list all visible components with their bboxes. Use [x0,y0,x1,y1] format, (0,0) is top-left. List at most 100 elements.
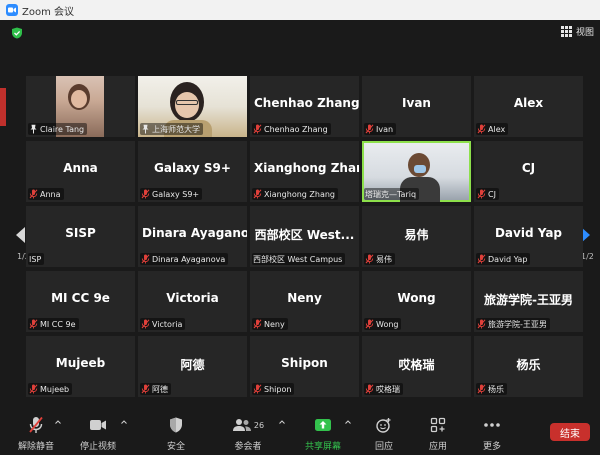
participant-tile[interactable]: Chenhao Zhang Chenhao Zhang [250,76,359,137]
security-shield-icon [169,416,183,434]
participant-tile[interactable]: 旅游学院-王亚男 旅游学院-王亚男 [474,271,583,332]
audio-options-caret-icon[interactable] [55,420,61,424]
window-title: Zoom 会议 [22,6,75,18]
participant-label-text: Wong [376,319,399,329]
more-dots-icon [483,416,501,434]
participant-tile[interactable]: MI CC 9e MI CC 9e [26,271,135,332]
reactions-button[interactable]: 回应 [354,416,414,452]
participant-tile[interactable]: Galaxy S9+ Galaxy S9+ [138,141,247,202]
pin-icon [142,124,149,134]
participant-tile[interactable]: Dinara Ayagano... Dinara Ayaganova [138,206,247,267]
participants-options-caret-icon[interactable] [279,420,285,424]
participant-label: Galaxy S9+ [140,188,203,200]
meeting-toolbar: 解除静音 停止视频 安全 26 参会者 共享屏幕 回应 应用 更多 [0,410,600,455]
participant-tile[interactable]: Claire Tang [26,76,135,137]
participant-name: Neny [287,291,322,305]
participant-tile[interactable]: Mujeeb Mujeeb [26,336,135,397]
participant-tile[interactable]: 易伟 易伟 [362,206,471,267]
participant-label: 哎格瑞 [364,383,403,395]
participant-tile[interactable]: 塔瑞克—Tariq [362,141,471,202]
participant-tile[interactable]: SISP ISP [26,206,135,267]
participant-tile[interactable]: CJ CJ [474,141,583,202]
participant-name: David Yap [494,226,563,240]
participant-label: Victoria [140,318,186,330]
participant-tile[interactable]: Alex Alex [474,76,583,137]
participant-tile[interactable]: 哎格瑞 哎格瑞 [362,336,471,397]
muted-microphone-icon [365,254,374,264]
participant-tile[interactable]: Neny Neny [250,271,359,332]
participant-label: Shipon [252,383,295,395]
participant-tile[interactable]: Victoria Victoria [138,271,247,332]
participant-label: Ivan [364,123,397,135]
participant-label-text: Ivan [376,124,394,134]
participant-label-text: 杨乐 [488,384,504,394]
more-button[interactable]: 更多 [462,416,522,452]
participant-tile[interactable]: 上海师范大学 [138,76,247,137]
participant-tile[interactable]: 西部校区 West... 西部校区 West Campus [250,206,359,267]
security-button[interactable]: 安全 [146,416,206,452]
participant-name: Wong [397,291,436,305]
muted-microphone-icon [477,384,486,394]
muted-microphone-icon [477,319,486,329]
participant-label-text: 上海师范大学 [152,124,200,134]
zoom-logo-icon [6,4,18,16]
grid-view-icon [560,26,572,37]
muted-microphone-icon [253,319,262,329]
participant-label-text: MI CC 9e [40,319,76,329]
muted-microphone-icon [29,319,38,329]
participant-label: Mujeeb [28,383,73,395]
video-options-caret-icon[interactable] [121,420,127,424]
participant-label-text: Galaxy S9+ [152,189,200,199]
participant-tile[interactable]: 杨乐 杨乐 [474,336,583,397]
participant-label: 杨乐 [476,383,507,395]
muted-microphone-icon [141,189,150,199]
participant-label-text: ISP [29,254,42,264]
participant-label: David Yap [476,253,531,265]
participant-name: Victoria [166,291,219,305]
previous-page-arrow-icon[interactable] [14,226,26,244]
participant-tile[interactable]: David Yap David Yap [474,206,583,267]
share-screen-button[interactable]: 共享屏幕 [293,416,353,452]
participant-name: Ivan [402,96,431,110]
participant-name: Anna [63,161,98,175]
muted-microphone-icon [141,384,150,394]
participant-label: Neny [252,318,288,330]
participant-name: Xianghong Zhang [254,161,359,175]
participants-label: 参会者 [234,442,262,452]
participant-tile[interactable]: Wong Wong [362,271,471,332]
view-button[interactable]: 视图 [560,25,594,38]
video-camera-icon [89,416,107,434]
participant-name: 哎格瑞 [398,358,435,372]
participant-label-text: CJ [488,189,496,199]
participant-label-text: Shipon [264,384,292,394]
participant-label: 上海师范大学 [140,123,203,135]
reaction-smiley-icon [376,416,392,434]
muted-microphone-icon [365,124,374,134]
muted-microphone-icon [141,254,150,264]
participant-label: MI CC 9e [28,318,79,330]
participant-tile[interactable]: Anna Anna [26,141,135,202]
stop-video-button[interactable]: 停止视频 [68,416,128,452]
participant-name: MI CC 9e [51,291,110,305]
participant-tile[interactable]: 阿德 阿德 [138,336,247,397]
end-meeting-button[interactable]: 结束 [550,423,590,441]
participant-tile[interactable]: Xianghong Zhang Xianghong Zhang [250,141,359,202]
participant-label-text: Claire Tang [40,124,85,134]
participant-tile[interactable]: Shipon Shipon [250,336,359,397]
participant-name: CJ [521,161,536,175]
participant-label: Anna [28,188,64,200]
window-edge-accent [0,88,6,126]
title-bar: Zoom 会议 [0,0,600,20]
participant-label: Dinara Ayaganova [140,253,229,265]
participant-label-text: Chenhao Zhang [264,124,328,134]
muted-microphone-icon [365,384,374,394]
participant-tile[interactable]: Ivan Ivan [362,76,471,137]
participant-label-text: 塔瑞克—Tariq [365,189,417,199]
participants-button[interactable]: 26 参会者 [218,416,278,452]
encryption-shield-icon[interactable] [11,27,23,39]
stop-video-label: 停止视频 [79,442,116,452]
participant-label: ISP [28,253,45,265]
participant-name: Dinara Ayagano... [142,226,247,240]
apps-button[interactable]: 应用 [408,416,468,452]
share-options-caret-icon[interactable] [345,420,351,424]
